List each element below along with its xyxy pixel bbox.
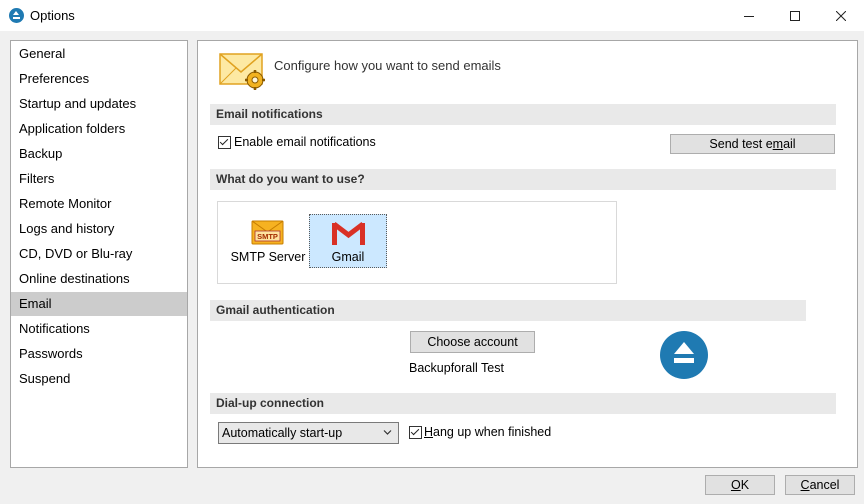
backup4all-logo-icon (660, 331, 708, 379)
hang-up-when-finished-checkbox[interactable] (409, 426, 422, 439)
hang-up-when-finished-label[interactable]: Hang up when finished (424, 425, 551, 439)
section-email-notifications: Email notifications (210, 104, 836, 125)
section-what-to-use: What do you want to use? (210, 169, 836, 190)
sidebar-item-email[interactable]: Email (11, 292, 187, 316)
smtp-envelope-icon: SMTP (251, 220, 284, 245)
enable-email-notifications-label[interactable]: Enable email notifications (234, 135, 376, 149)
sidebar-item-filters[interactable]: Filters (11, 167, 187, 191)
app-logo-icon (9, 8, 24, 23)
window-title: Options (30, 8, 75, 23)
choose-account-button[interactable]: Choose account (410, 331, 535, 353)
ok-button[interactable]: OK (705, 475, 775, 495)
gmail-option[interactable]: Gmail (309, 214, 387, 268)
sidebar-item-preferences[interactable]: Preferences (11, 67, 187, 91)
header-description: Configure how you want to send emails (274, 58, 501, 73)
sidebar-item-notifications[interactable]: Notifications (11, 317, 187, 341)
title-bar: Options (0, 0, 864, 31)
sidebar-item-passwords[interactable]: Passwords (11, 342, 187, 366)
sidebar-item-general[interactable]: General (11, 42, 187, 66)
options-sidebar: General Preferences Startup and updates … (10, 40, 188, 468)
smtp-server-label: SMTP Server (230, 250, 306, 264)
sidebar-item-backup[interactable]: Backup (11, 142, 187, 166)
close-button[interactable] (818, 0, 864, 31)
dial-up-select-value: Automatically start-up (222, 426, 343, 440)
sidebar-item-cd-dvd-bluray[interactable]: CD, DVD or Blu-ray (11, 242, 187, 266)
sidebar-item-remote-monitor[interactable]: Remote Monitor (11, 192, 187, 216)
envelope-gear-icon (219, 53, 265, 90)
gmail-label: Gmail (331, 250, 365, 264)
sidebar-item-logs-and-history[interactable]: Logs and history (11, 217, 187, 241)
close-icon (836, 10, 846, 21)
sidebar-item-online-destinations[interactable]: Online destinations (11, 267, 187, 291)
maximize-icon (790, 10, 800, 21)
smtp-server-option[interactable]: SMTP SMTP Server (230, 214, 306, 268)
minimize-button[interactable] (726, 0, 772, 31)
section-gmail-authentication: Gmail authentication (210, 300, 806, 321)
dial-up-select[interactable]: Automatically start-up (218, 422, 399, 444)
smtp-badge-text: SMTP (257, 232, 278, 241)
minimize-icon (744, 15, 754, 17)
enable-email-notifications-checkbox[interactable] (218, 136, 231, 149)
send-test-email-button[interactable]: Send test email (670, 134, 835, 154)
cancel-button[interactable]: Cancel (785, 475, 855, 495)
sidebar-item-application-folders[interactable]: Application folders (11, 117, 187, 141)
section-dial-up-connection: Dial-up connection (210, 393, 836, 414)
gmail-icon (332, 222, 365, 245)
sidebar-item-startup-and-updates[interactable]: Startup and updates (11, 92, 187, 116)
sidebar-item-suspend[interactable]: Suspend (11, 367, 187, 391)
maximize-button[interactable] (772, 0, 818, 31)
chevron-down-icon (383, 430, 392, 435)
account-name: Backupforall Test (409, 361, 504, 375)
